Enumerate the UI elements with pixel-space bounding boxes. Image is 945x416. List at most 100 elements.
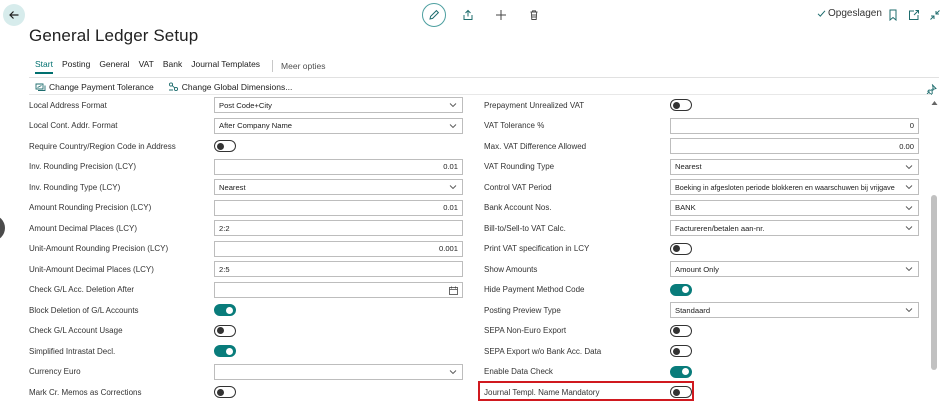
field-row: Simplified Intrastat Decl. [29, 343, 236, 359]
amount-decimal-places-input[interactable]: 2:2 [214, 220, 463, 236]
field-value: Standaard [675, 305, 711, 315]
show-amounts-select[interactable]: Amount Only [670, 261, 919, 277]
change-global-dimensions-label: Change Global Dimensions... [181, 82, 293, 92]
arrow-left-icon [9, 11, 19, 19]
local-cont-addr-format-select[interactable]: After Company Name [214, 117, 463, 134]
field-label: Block Deletion of G/L Accounts [29, 305, 139, 315]
sepa-export-no-bank-data-toggle[interactable] [670, 345, 692, 357]
new-button[interactable] [489, 3, 513, 27]
scrollbar-thumb[interactable] [931, 195, 937, 370]
prepayment-unrealized-vat-toggle[interactable] [670, 99, 692, 111]
field-row: Require Country/Region Code in Address [29, 138, 236, 154]
inv-rounding-precision-input[interactable]: 0.01 [214, 158, 463, 175]
delete-button[interactable] [522, 3, 546, 27]
posting-preview-type-select[interactable]: Standaard [670, 302, 919, 318]
field-value: 2:5 [219, 264, 230, 274]
check-gl-acc-deletion-date-input[interactable] [214, 281, 463, 298]
field-label: Inv. Rounding Precision (LCY) [29, 162, 137, 171]
field-value: After Company Name [219, 121, 293, 130]
scroll-up-icon[interactable] [931, 100, 938, 106]
bookmark-icon [889, 9, 896, 21]
action-bar: Change Payment Tolerance Change Global D… [35, 82, 306, 92]
field-label: Prepayment Unrealized VAT [484, 100, 585, 110]
field-row: Prepayment Unrealized VAT [484, 97, 692, 113]
print-vat-specification-toggle[interactable] [670, 242, 692, 255]
edit-button[interactable] [422, 3, 446, 27]
chevron-down-icon [905, 267, 913, 272]
chevron-down-icon [449, 103, 457, 108]
bill-to-sell-to-vat-calc-select[interactable]: Factureren/betalen aan-nr. [670, 220, 919, 236]
require-country-region-toggle[interactable] [214, 140, 236, 152]
bookmark-button[interactable] [884, 7, 901, 23]
max-vat-difference-input[interactable]: 0.00 [670, 138, 919, 154]
field-value: 0.00 [899, 141, 914, 151]
plus-icon [496, 10, 506, 20]
field-row: Local Cont. Addr. Format After Company N… [29, 117, 463, 134]
unit-amount-rounding-precision-input[interactable]: 0.001 [214, 240, 463, 257]
action-tabs: Start Posting General VAT Bank Journal T… [35, 59, 325, 74]
field-row: Check G/L Account Usage [29, 323, 236, 339]
currency-euro-select[interactable] [214, 363, 463, 380]
tab-separator [272, 59, 274, 72]
tab-bank[interactable]: Bank [163, 59, 182, 72]
field-row: Control VAT Period Boeking in afgesloten… [484, 179, 919, 195]
chevron-down-icon [905, 308, 913, 313]
vat-tolerance-input[interactable]: 0 [670, 117, 919, 134]
checkmark-icon [817, 10, 826, 17]
change-global-dimensions-button[interactable]: Change Global Dimensions... [168, 82, 293, 92]
share-button[interactable] [456, 3, 480, 27]
field-label: Check G/L Acc. Deletion After [29, 285, 135, 294]
field-label: Require Country/Region Code in Address [29, 141, 176, 151]
field-value: Nearest [675, 162, 702, 171]
field-row: Inv. Rounding Type (LCY) Nearest [29, 179, 463, 195]
collapse-button[interactable] [926, 7, 943, 23]
field-value: Nearest [219, 182, 246, 192]
field-label: Mark Cr. Memos as Corrections [29, 387, 142, 397]
inv-rounding-type-select[interactable]: Nearest [214, 179, 463, 195]
field-value: 0 [909, 121, 914, 130]
field-label: SEPA Export w/o Bank Acc. Data [484, 346, 602, 356]
field-row: Hide Payment Method Code [484, 282, 692, 298]
field-label: Unit-Amount Rounding Precision (LCY) [29, 244, 169, 253]
block-deletion-gl-accounts-toggle[interactable] [214, 304, 236, 316]
mark-cr-memos-toggle[interactable] [214, 386, 236, 398]
check-gl-account-usage-toggle[interactable] [214, 324, 236, 337]
calendar-icon[interactable] [449, 286, 458, 295]
action-divider [29, 94, 931, 95]
control-vat-period-select[interactable]: Boeking in afgesloten periode blokkeren … [670, 179, 919, 195]
field-row: Amount Decimal Places (LCY) 2:2 [29, 220, 463, 236]
field-label: Enable Data Check [484, 367, 553, 376]
vat-rounding-type-select[interactable]: Nearest [670, 158, 919, 175]
tab-general[interactable]: General [99, 59, 129, 72]
unit-amount-decimal-places-input[interactable]: 2:5 [214, 261, 463, 277]
simplified-intrastat-toggle[interactable] [214, 345, 236, 357]
more-options-button[interactable]: Meer opties [281, 61, 325, 71]
tab-posting[interactable]: Posting [62, 59, 90, 72]
amount-rounding-precision-input[interactable]: 0.01 [214, 199, 463, 216]
saved-label: Opgeslagen [828, 8, 882, 19]
page-title: General Ledger Setup [29, 26, 199, 45]
sepa-non-euro-export-toggle[interactable] [670, 324, 692, 337]
field-label: Posting Preview Type [484, 305, 561, 315]
field-label: Hide Payment Method Code [484, 285, 585, 294]
field-label: Amount Rounding Precision (LCY) [29, 203, 152, 212]
enable-data-check-toggle[interactable] [670, 365, 692, 378]
open-new-window-button[interactable] [905, 7, 922, 23]
back-button[interactable] [3, 4, 25, 26]
field-row: Bank Account Nos. BANK [484, 199, 919, 216]
field-label: Show Amounts [484, 264, 538, 274]
tab-journal-templates[interactable]: Journal Templates [191, 59, 260, 72]
page-right-tools [884, 7, 945, 23]
field-row: Unit-Amount Decimal Places (LCY) 2:5 [29, 261, 463, 277]
field-row: Check G/L Acc. Deletion After [29, 281, 463, 298]
field-row: Local Address Format Post Code+City [29, 97, 463, 113]
hide-payment-method-code-toggle[interactable] [670, 283, 692, 296]
field-value: 0.01 [443, 203, 458, 212]
tab-start[interactable]: Start [35, 59, 53, 74]
change-payment-tolerance-button[interactable]: Change Payment Tolerance [35, 82, 154, 92]
field-value: BANK [675, 203, 696, 212]
tab-vat[interactable]: VAT [139, 59, 154, 72]
local-address-format-select[interactable]: Post Code+City [214, 97, 463, 113]
bank-account-nos-select[interactable]: BANK [670, 199, 919, 216]
side-panel-handle[interactable] [0, 215, 5, 241]
